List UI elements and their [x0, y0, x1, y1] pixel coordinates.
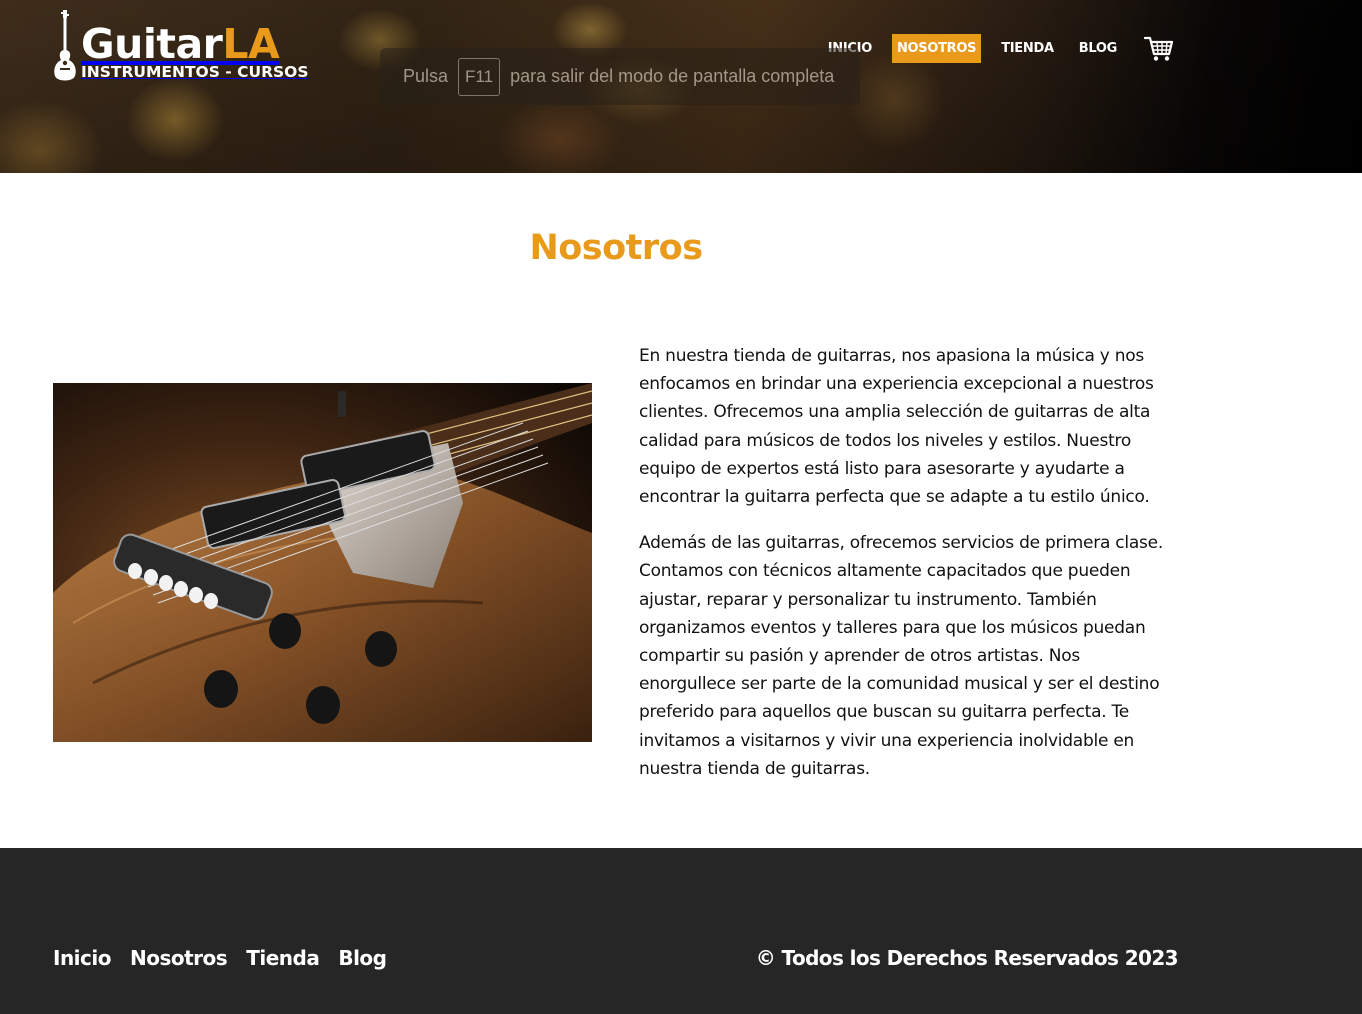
site-header: GuitarLA INSTRUMENTOS - CURSOS INICIO NO… [0, 0, 1362, 173]
about-text: En nuestra tienda de guitarras, nos apas… [639, 342, 1179, 801]
footer-nav-blog[interactable]: Blog [338, 946, 387, 970]
fullscreen-hint-key: F11 [458, 57, 501, 96]
logo-link[interactable]: GuitarLA INSTRUMENTOS - CURSOS [53, 10, 309, 82]
nav-blog[interactable]: BLOG [1074, 34, 1122, 63]
fullscreen-hint: Pulsa F11 para salir del modo de pantall… [380, 48, 860, 105]
footer-nav-tienda[interactable]: Tienda [246, 946, 320, 970]
logo-subtitle: INSTRUMENTOS - CURSOS [81, 63, 309, 81]
site-footer: Inicio Nosotros Tienda Blog © Todos los … [0, 848, 1362, 1014]
cart-icon[interactable] [1144, 36, 1174, 62]
logo-title: GuitarLA [81, 20, 280, 68]
page-title: Nosotros [529, 228, 703, 268]
footer-nav-nosotros[interactable]: Nosotros [130, 946, 228, 970]
fullscreen-hint-after: para salir del modo de pantalla completa [510, 66, 835, 86]
nav-nosotros[interactable]: NOSOTROS [891, 34, 982, 63]
footer-nav: Inicio Nosotros Tienda Blog [53, 946, 405, 970]
guitar-logo-icon [54, 10, 76, 81]
fullscreen-hint-before: Pulsa [403, 66, 449, 86]
about-paragraph-1: En nuestra tienda de guitarras, nos apas… [639, 346, 1154, 508]
copyright-text: © Todos los Derechos Reservados 2023 [755, 946, 1179, 970]
footer-nav-inicio[interactable]: Inicio [53, 946, 112, 970]
logo-text: GuitarLA INSTRUMENTOS - CURSOS [81, 10, 309, 81]
main-nav: INICIO NOSOTROS TIENDA BLOG [808, 34, 1174, 63]
nav-tienda[interactable]: TIENDA [996, 34, 1059, 63]
guitar-photo [53, 383, 592, 742]
about-paragraph-2: Además de las guitarras, ofrecemos servi… [639, 533, 1164, 779]
